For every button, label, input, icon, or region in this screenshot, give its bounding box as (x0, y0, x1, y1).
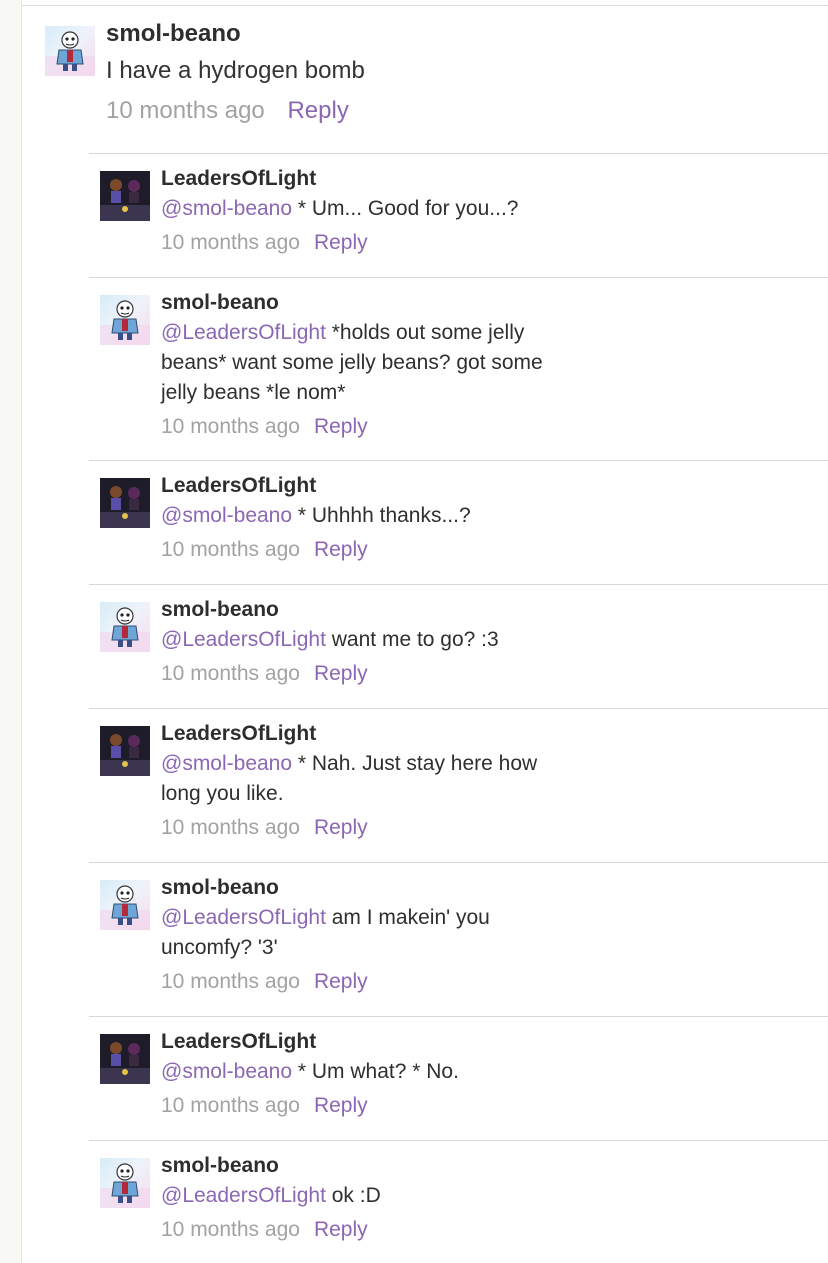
sans-avatar-icon[interactable] (100, 1158, 150, 1208)
sans-avatar-icon[interactable] (100, 602, 150, 652)
reply-text: @LeadersOfLight *holds out some jelly be… (161, 318, 581, 408)
reply-content: smol-beano @LeadersOfLight ok :D 10 mont… (161, 1153, 581, 1245)
mention-link[interactable]: @smol-beano (161, 197, 292, 220)
reply-button[interactable]: Reply (314, 415, 368, 438)
reply-meta: 10 months ago Reply (161, 412, 581, 442)
reply-meta: 10 months ago Reply (161, 813, 581, 843)
parent-comment: smol-beano I have a hydrogen bomb 10 mon… (45, 20, 805, 150)
reply-content: LeadersOfLight @smol-beano * Um what? * … (161, 1029, 581, 1121)
leaders-avatar-icon[interactable] (100, 726, 150, 776)
reply-comment: smol-beano @LeadersOfLight *holds out so… (89, 277, 828, 460)
reply-comment: LeadersOfLight @smol-beano * Nah. Just s… (89, 708, 828, 862)
reply-content: LeadersOfLight @smol-beano * Um... Good … (161, 166, 581, 258)
mention-link[interactable]: @smol-beano (161, 752, 292, 775)
reply-button[interactable]: Reply (314, 662, 368, 685)
reply-body: want me to go? :3 (325, 628, 499, 651)
sans-avatar-icon[interactable] (100, 295, 150, 345)
reply-meta: 10 months ago Reply (161, 1091, 581, 1121)
reply-comment: LeadersOfLight @smol-beano * Um... Good … (89, 153, 828, 277)
reply-timestamp: 10 months ago (161, 662, 300, 685)
reply-body: * Um... Good for you...? (292, 197, 519, 220)
reply-meta: 10 months ago Reply (161, 1215, 581, 1245)
reply-comment: LeadersOfLight @smol-beano * Um what? * … (89, 1016, 828, 1140)
reply-text: @smol-beano * Um... Good for you...? (161, 194, 581, 224)
reply-button[interactable]: Reply (287, 97, 348, 124)
reply-author[interactable]: LeadersOfLight (161, 473, 581, 499)
reply-meta: 10 months ago Reply (161, 967, 581, 997)
reply-author[interactable]: smol-beano (161, 1153, 581, 1179)
leaders-avatar-icon[interactable] (100, 1034, 150, 1084)
reply-comment: smol-beano @LeadersOfLight want me to go… (89, 584, 828, 708)
mention-link[interactable]: @smol-beano (161, 504, 292, 527)
reply-button[interactable]: Reply (314, 231, 368, 254)
reply-content: smol-beano @LeadersOfLight am I makein' … (161, 875, 581, 997)
reply-comment: smol-beano @LeadersOfLight ok :D 10 mont… (89, 1140, 828, 1263)
mention-link[interactable]: @LeadersOfLight (161, 906, 326, 929)
reply-author[interactable]: smol-beano (161, 290, 581, 316)
mention-link[interactable]: @LeadersOfLight (161, 1184, 326, 1207)
reply-button[interactable]: Reply (314, 1094, 368, 1117)
reply-timestamp: 10 months ago (161, 970, 300, 993)
mention-link[interactable]: @LeadersOfLight (161, 628, 326, 651)
reply-author[interactable]: smol-beano (161, 597, 581, 623)
sans-avatar-icon[interactable] (100, 880, 150, 930)
replies-list: LeadersOfLight @smol-beano * Um... Good … (89, 153, 828, 1263)
reply-text: @LeadersOfLight want me to go? :3 (161, 625, 581, 655)
comment-author[interactable]: smol-beano (106, 20, 241, 48)
reply-content: smol-beano @LeadersOfLight want me to go… (161, 597, 581, 689)
sans-avatar-icon[interactable] (45, 26, 95, 76)
reply-button[interactable]: Reply (314, 816, 368, 839)
reply-timestamp: 10 months ago (161, 1094, 300, 1117)
reply-timestamp: 10 months ago (161, 231, 300, 254)
comment-timestamp: 10 months ago (106, 97, 265, 124)
reply-timestamp: 10 months ago (161, 816, 300, 839)
reply-timestamp: 10 months ago (161, 415, 300, 438)
top-divider (22, 5, 828, 6)
reply-text: @smol-beano * Nah. Just stay here how lo… (161, 749, 581, 809)
reply-text: @smol-beano * Uhhhh thanks...? (161, 501, 581, 531)
reply-author[interactable]: smol-beano (161, 875, 581, 901)
reply-body: * Uhhhh thanks...? (292, 504, 471, 527)
reply-content: LeadersOfLight @smol-beano * Uhhhh thank… (161, 473, 581, 565)
reply-timestamp: 10 months ago (161, 1218, 300, 1241)
mention-link[interactable]: @smol-beano (161, 1060, 292, 1083)
leaders-avatar-icon[interactable] (100, 171, 150, 221)
reply-button[interactable]: Reply (314, 538, 368, 561)
left-rail (0, 0, 22, 1263)
reply-body: * Um what? * No. (292, 1060, 459, 1083)
reply-meta: 10 months ago Reply (161, 228, 581, 258)
reply-text: @smol-beano * Um what? * No. (161, 1057, 581, 1087)
reply-content: LeadersOfLight @smol-beano * Nah. Just s… (161, 721, 581, 843)
reply-content: smol-beano @LeadersOfLight *holds out so… (161, 290, 581, 442)
reply-author[interactable]: LeadersOfLight (161, 166, 581, 192)
reply-body: ok :D (325, 1184, 381, 1207)
mention-link[interactable]: @LeadersOfLight (161, 321, 326, 344)
reply-button[interactable]: Reply (314, 970, 368, 993)
reply-text: @LeadersOfLight ok :D (161, 1181, 581, 1211)
comment-meta: 10 months ago Reply (106, 96, 349, 126)
reply-author[interactable]: LeadersOfLight (161, 721, 581, 747)
leaders-avatar-icon[interactable] (100, 478, 150, 528)
reply-comment: LeadersOfLight @smol-beano * Uhhhh thank… (89, 460, 828, 584)
reply-meta: 10 months ago Reply (161, 535, 581, 565)
reply-meta: 10 months ago Reply (161, 659, 581, 689)
reply-button[interactable]: Reply (314, 1218, 368, 1241)
reply-author[interactable]: LeadersOfLight (161, 1029, 581, 1055)
comment-text: I have a hydrogen bomb (106, 57, 365, 84)
reply-comment: smol-beano @LeadersOfLight am I makein' … (89, 862, 828, 1016)
reply-text: @LeadersOfLight am I makein' you uncomfy… (161, 903, 581, 963)
reply-timestamp: 10 months ago (161, 538, 300, 561)
